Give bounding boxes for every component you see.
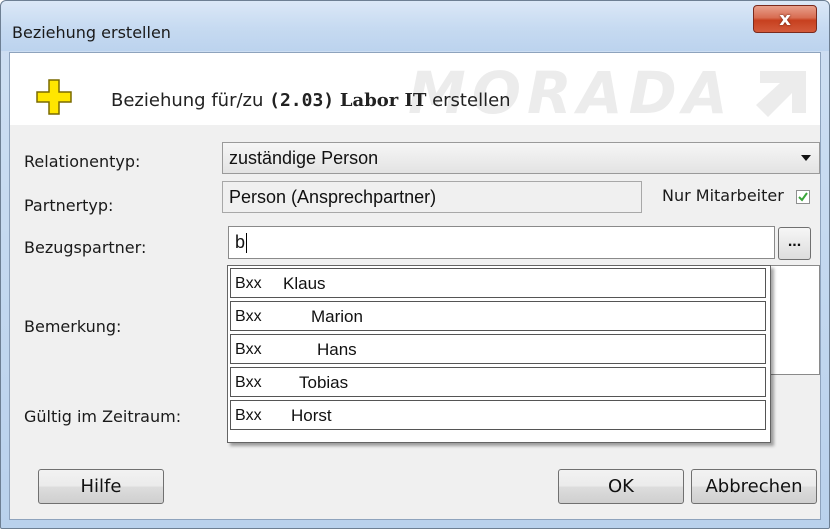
- header-suffix: erstellen: [426, 90, 511, 111]
- nur-mitarbeiter-checkbox[interactable]: [796, 190, 810, 204]
- suggestion-item[interactable]: Bxx Tobias: [230, 367, 766, 397]
- suggestion-name: Klaus: [283, 274, 326, 293]
- relationentyp-select[interactable]: zuständige Person: [222, 142, 820, 174]
- title-bar[interactable]: Beziehung erstellen x: [1, 1, 829, 51]
- ok-button[interactable]: OK: [558, 469, 684, 504]
- ellipsis-icon: ...: [787, 232, 802, 250]
- ok-button-label: OK: [608, 476, 634, 497]
- suggestion-name: Marion: [311, 307, 363, 326]
- suggestion-item[interactable]: Bxx Marion: [230, 301, 766, 331]
- autocomplete-dropdown: Bxx Klaus Bxx Marion Bxx Hans Bxx Tobias…: [227, 265, 771, 443]
- cancel-button-label: Abbrechen: [705, 476, 803, 497]
- suggestion-item[interactable]: Bxx Klaus: [230, 268, 766, 298]
- chevron-down-icon[interactable]: [801, 155, 811, 161]
- suggestion-prefix: Bxx: [235, 407, 262, 424]
- header-prefix: Beziehung für/zu: [111, 90, 270, 111]
- cancel-button[interactable]: Abbrechen: [691, 469, 817, 504]
- close-button[interactable]: x: [753, 5, 817, 33]
- bemerkung-textarea[interactable]: [770, 265, 820, 375]
- nur-mitarbeiter-label[interactable]: Nur Mitarbeiter: [662, 186, 784, 205]
- partnertyp-label: Partnertyp:: [24, 196, 114, 215]
- help-button[interactable]: Hilfe: [38, 469, 164, 504]
- browse-button[interactable]: ...: [778, 227, 811, 260]
- suggestion-name: Hans: [317, 340, 357, 359]
- suggestion-prefix: Bxx: [235, 374, 262, 391]
- header-code: (2.03): [269, 90, 335, 111]
- suggestion-prefix: Bxx: [235, 308, 262, 325]
- arrow-logo-icon: [756, 71, 806, 117]
- help-button-label: Hilfe: [80, 476, 122, 497]
- suggestion-prefix: Bxx: [235, 341, 262, 358]
- plus-icon: [36, 79, 72, 115]
- bezugspartner-label: Bezugspartner:: [24, 238, 147, 257]
- partnertyp-field: Person (Ansprechpartner): [222, 181, 642, 213]
- dialog-header: MORADA Beziehung für/zu (2.03) Labor IT …: [10, 53, 820, 125]
- suggestion-prefix: Bxx: [235, 275, 262, 292]
- suggestion-name: Horst: [291, 406, 332, 425]
- relationentyp-label: Relationentyp:: [24, 152, 141, 171]
- gueltig-label: Gültig im Zeitraum:: [24, 407, 182, 426]
- bezugspartner-value: b: [235, 232, 246, 252]
- suggestion-name: Tobias: [299, 373, 349, 392]
- dialog-body: MORADA Beziehung für/zu (2.03) Labor IT …: [9, 52, 821, 520]
- header-caption: Beziehung für/zu (2.03) Labor IT erstell…: [111, 90, 511, 111]
- partnertyp-value: Person (Ansprechpartner): [229, 186, 437, 207]
- bezugspartner-input[interactable]: b: [228, 226, 775, 259]
- bemerkung-label: Bemerkung:: [24, 317, 122, 336]
- checkmark-icon: [798, 192, 808, 202]
- text-cursor: [246, 232, 248, 253]
- header-name: Labor IT: [339, 90, 427, 111]
- dialog-window: Beziehung erstellen x MORADA Beziehung f…: [0, 0, 830, 529]
- relationentyp-value: zuständige Person: [229, 147, 379, 168]
- close-icon: x: [779, 8, 791, 30]
- window-title: Beziehung erstellen: [12, 23, 171, 42]
- suggestion-item[interactable]: Bxx Hans: [230, 334, 766, 364]
- suggestion-item[interactable]: Bxx Horst: [230, 400, 766, 430]
